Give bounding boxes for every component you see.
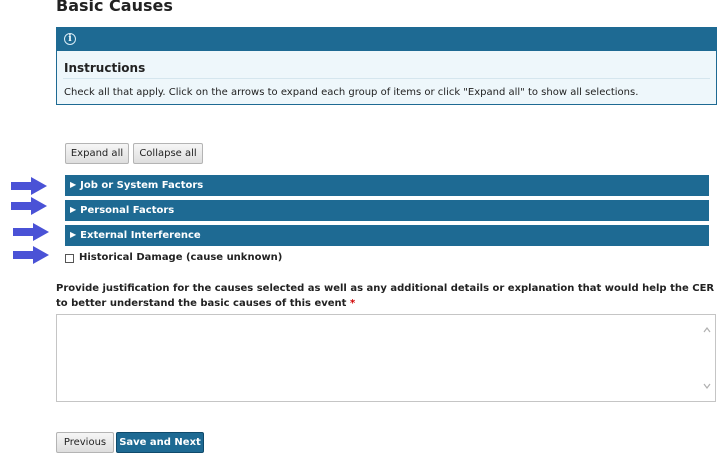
previous-button[interactable]: Previous (56, 432, 114, 453)
page-title: Basic Causes (56, 0, 173, 15)
annotation-arrow-icon (13, 223, 49, 241)
expand-all-button[interactable]: Expand all (65, 143, 129, 164)
group-external-interference[interactable]: ▶ External Interference (65, 225, 709, 246)
triangle-right-icon: ▶ (70, 180, 77, 189)
save-and-next-button[interactable]: Save and Next (116, 432, 204, 453)
instructions-header-bar: i (57, 28, 716, 51)
historical-damage-label[interactable]: Historical Damage (cause unknown) (79, 252, 282, 263)
instructions-heading: Instructions (64, 61, 146, 75)
justification-textarea[interactable] (56, 314, 716, 402)
scroll-up-icon[interactable] (703, 327, 711, 333)
annotation-arrow-icon (13, 246, 49, 264)
group-personal-factors[interactable]: ▶ Personal Factors (65, 200, 709, 221)
scroll-down-icon[interactable] (703, 383, 711, 389)
annotation-arrow-icon (11, 177, 47, 195)
triangle-right-icon: ▶ (70, 205, 77, 214)
instructions-divider (63, 78, 710, 79)
group-job-or-system-factors[interactable]: ▶ Job or System Factors (65, 175, 709, 196)
instructions-text: Check all that apply. Click on the arrow… (64, 87, 639, 98)
collapse-all-button[interactable]: Collapse all (133, 143, 203, 164)
instructions-panel: i Instructions Check all that apply. Cli… (56, 27, 717, 105)
info-icon: i (64, 33, 76, 45)
justification-prompt-text: Provide justification for the causes sel… (56, 283, 715, 309)
annotation-arrow-icon (11, 197, 47, 215)
group-label: Job or System Factors (80, 180, 204, 191)
group-label: External Interference (80, 230, 201, 241)
triangle-right-icon: ▶ (70, 230, 77, 239)
historical-damage-checkbox[interactable] (65, 254, 74, 263)
justification-prompt: Provide justification for the causes sel… (56, 281, 716, 311)
group-label: Personal Factors (80, 205, 175, 216)
required-marker: * (349, 298, 356, 309)
